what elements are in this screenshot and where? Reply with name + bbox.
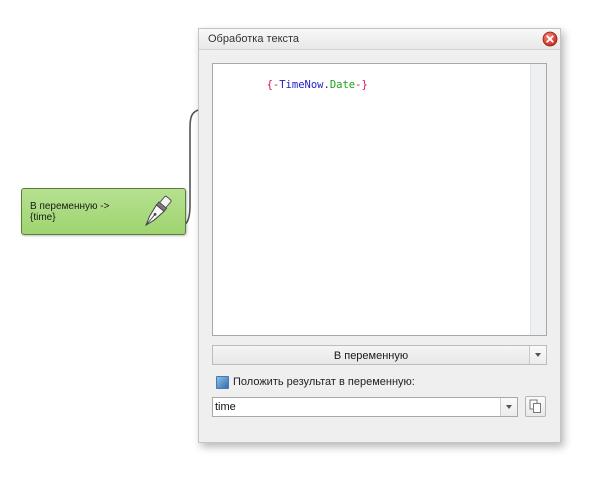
put-result-checkbox[interactable] [216,376,229,389]
variable-input[interactable] [215,400,495,414]
code-token-close: -} [355,79,368,91]
action-node[interactable]: В переменную -> {time} [21,188,186,235]
editor-code: {-TimeNow.Date-} [216,67,368,103]
text-editor[interactable]: {-TimeNow.Date-} [212,63,547,336]
chevron-down-icon[interactable] [500,398,517,416]
chevron-down-icon[interactable] [529,346,546,364]
close-icon[interactable] [542,31,558,47]
code-token-object: TimeNow [279,79,324,91]
copy-icon [529,399,541,413]
canvas: В переменную -> {time} Обработка текста [0,0,597,477]
text-processing-dialog: Обработка текста {-TimeNow.Date-} В пере… [198,28,561,443]
put-result-label: Положить результат в переменную: [233,376,415,388]
mode-select[interactable]: В переменную [212,345,547,365]
dialog-titlebar[interactable]: Обработка текста [199,29,560,50]
code-token-property: Date [329,79,356,91]
pen-nib-icon [145,195,172,227]
variable-select[interactable] [212,397,518,417]
dialog-title: Обработка текста [208,33,300,45]
editor-scrollbar[interactable] [530,64,546,335]
code-token-open: {- [266,79,280,91]
node-label: В переменную -> {time} [30,201,110,223]
copy-button[interactable] [525,396,546,417]
mode-select-value: В переменную [333,350,409,362]
